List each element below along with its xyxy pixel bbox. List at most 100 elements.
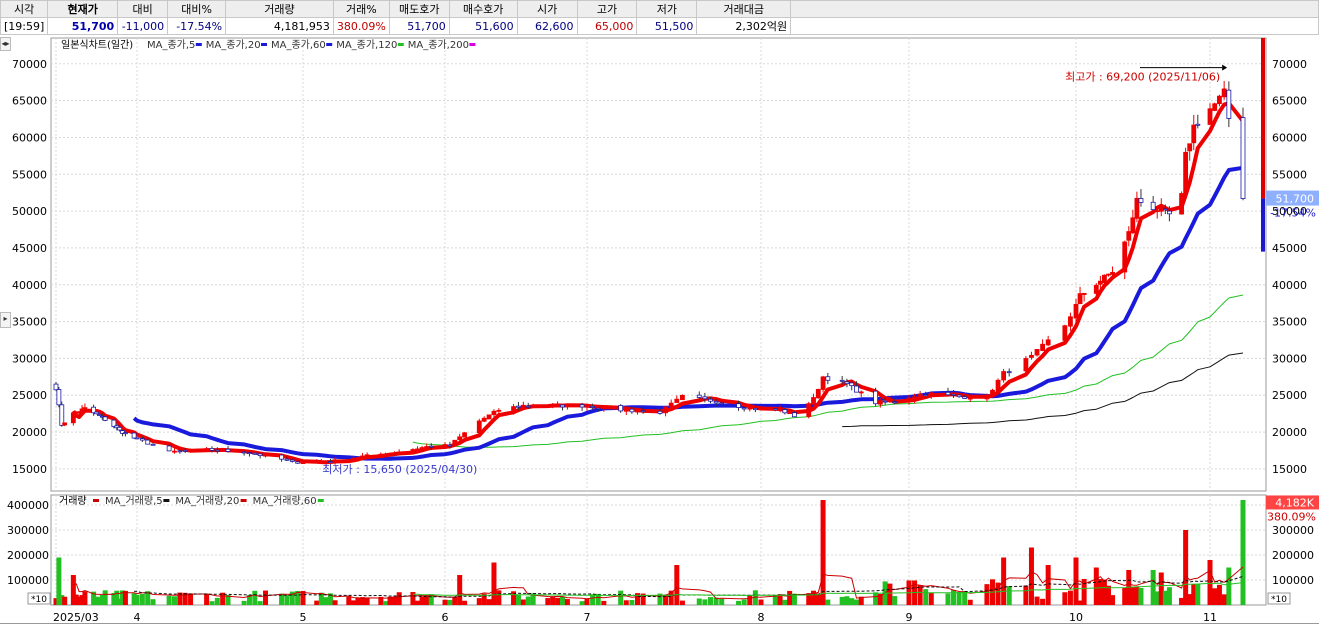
candle-body[interactable] [378, 453, 384, 456]
candle-body[interactable] [214, 449, 220, 452]
candle-body[interactable] [1068, 316, 1073, 327]
candle-body[interactable] [792, 412, 797, 418]
candle-body[interactable] [355, 457, 361, 459]
candle-body[interactable] [565, 404, 570, 407]
candle-body[interactable] [1130, 217, 1136, 234]
volume-bar[interactable] [623, 600, 629, 605]
candle-body[interactable] [1226, 89, 1232, 119]
candle-body[interactable] [188, 449, 193, 452]
candle-body[interactable] [674, 398, 680, 403]
volume-bar[interactable] [564, 599, 570, 605]
candle-body[interactable] [1034, 349, 1040, 356]
volume-bar[interactable] [284, 595, 290, 605]
candle-body[interactable] [225, 448, 231, 452]
volume-bar[interactable] [134, 594, 140, 605]
volume-bar[interactable] [618, 590, 624, 605]
volume-bar[interactable] [928, 592, 934, 605]
candle-body[interactable] [410, 449, 416, 453]
volume-bar[interactable] [419, 596, 425, 605]
candle-body[interactable] [525, 405, 531, 408]
volume-bar[interactable] [82, 591, 88, 605]
candle-body[interactable] [777, 408, 783, 411]
volume-bar[interactable] [967, 599, 973, 605]
candle-body[interactable] [923, 394, 929, 397]
candle-body[interactable] [53, 383, 59, 391]
volume-bar[interactable] [346, 596, 352, 605]
candle-body[interactable] [383, 454, 388, 456]
candle-body[interactable] [252, 452, 258, 455]
candle-body[interactable] [428, 445, 434, 448]
candle-body[interactable] [1126, 231, 1132, 241]
candle-body[interactable] [595, 407, 601, 410]
candle-body[interactable] [134, 437, 140, 440]
candle-body[interactable] [350, 457, 356, 461]
volume-bar[interactable] [525, 596, 531, 605]
candle-body[interactable] [590, 405, 596, 408]
volume-bar[interactable] [188, 593, 194, 605]
candle-body[interactable] [668, 402, 674, 408]
candle-body[interactable] [1138, 198, 1144, 203]
candle-body[interactable] [56, 389, 62, 406]
candle-body[interactable] [96, 414, 102, 416]
candle-body[interactable] [555, 403, 561, 406]
candle-body[interactable] [424, 446, 430, 449]
volume-bar[interactable] [415, 600, 421, 605]
candle-body[interactable] [1187, 143, 1193, 152]
candle-body[interactable] [1045, 339, 1051, 346]
volume-bar[interactable] [719, 598, 725, 605]
volume-bar[interactable] [1006, 586, 1012, 605]
candle-body[interactable] [1062, 325, 1068, 341]
volume-bar[interactable] [1138, 587, 1144, 605]
candle-body[interactable] [387, 453, 393, 455]
candle-body[interactable] [481, 417, 487, 422]
volume-bar[interactable] [873, 592, 879, 605]
candle-body[interactable] [177, 450, 183, 453]
volume-bar[interactable] [1045, 565, 1051, 605]
volume-bar[interactable] [1166, 587, 1172, 605]
candle-body[interactable] [967, 397, 973, 400]
volume-bar[interactable] [1183, 530, 1189, 605]
candle-body[interactable] [887, 400, 893, 403]
candle-body[interactable] [172, 450, 177, 453]
volume-bar[interactable] [314, 600, 320, 605]
volume-bar[interactable] [584, 598, 590, 605]
volume-bar[interactable] [629, 600, 635, 605]
candle-body[interactable] [1122, 241, 1128, 273]
volume-bar[interactable] [545, 598, 551, 605]
candle-body[interactable] [166, 445, 172, 452]
volume-bar[interactable] [1221, 594, 1227, 605]
candle-body[interactable] [102, 416, 108, 421]
candle-body[interactable] [951, 393, 956, 396]
volume-bar[interactable] [772, 595, 778, 605]
candle-body[interactable] [209, 448, 215, 451]
candle-body[interactable] [747, 407, 753, 410]
volume-bar[interactable] [1040, 598, 1046, 605]
candle-body[interactable] [1162, 208, 1168, 211]
volume-bar[interactable] [139, 593, 145, 605]
candle-body[interactable] [279, 454, 284, 460]
candle-body[interactable] [696, 394, 702, 398]
candle-body[interactable] [145, 439, 151, 445]
volume-bar[interactable] [1195, 583, 1201, 605]
candle-body[interactable] [182, 449, 188, 452]
volume-bar[interactable] [601, 600, 607, 605]
candle-body[interactable] [854, 385, 859, 393]
candle-body[interactable] [396, 451, 402, 454]
candle-body[interactable] [787, 412, 793, 415]
candle-body[interactable] [150, 443, 156, 446]
volume-bar[interactable] [550, 596, 556, 605]
candle-body[interactable] [1217, 95, 1222, 105]
candle-body[interactable] [811, 397, 816, 405]
volume-bar[interactable] [447, 599, 453, 605]
volume-bar[interactable] [166, 595, 172, 605]
volume-bar[interactable] [1023, 585, 1029, 605]
volume-bar[interactable] [579, 601, 585, 605]
candle-body[interactable] [131, 432, 137, 439]
candle-body[interactable] [1097, 280, 1103, 285]
candle-body[interactable] [204, 448, 210, 451]
volume-bar[interactable] [707, 597, 713, 605]
candle-body[interactable] [629, 408, 635, 413]
candle-body[interactable] [772, 408, 778, 411]
candle-body[interactable] [1195, 123, 1201, 126]
candle-body[interactable] [877, 400, 883, 405]
